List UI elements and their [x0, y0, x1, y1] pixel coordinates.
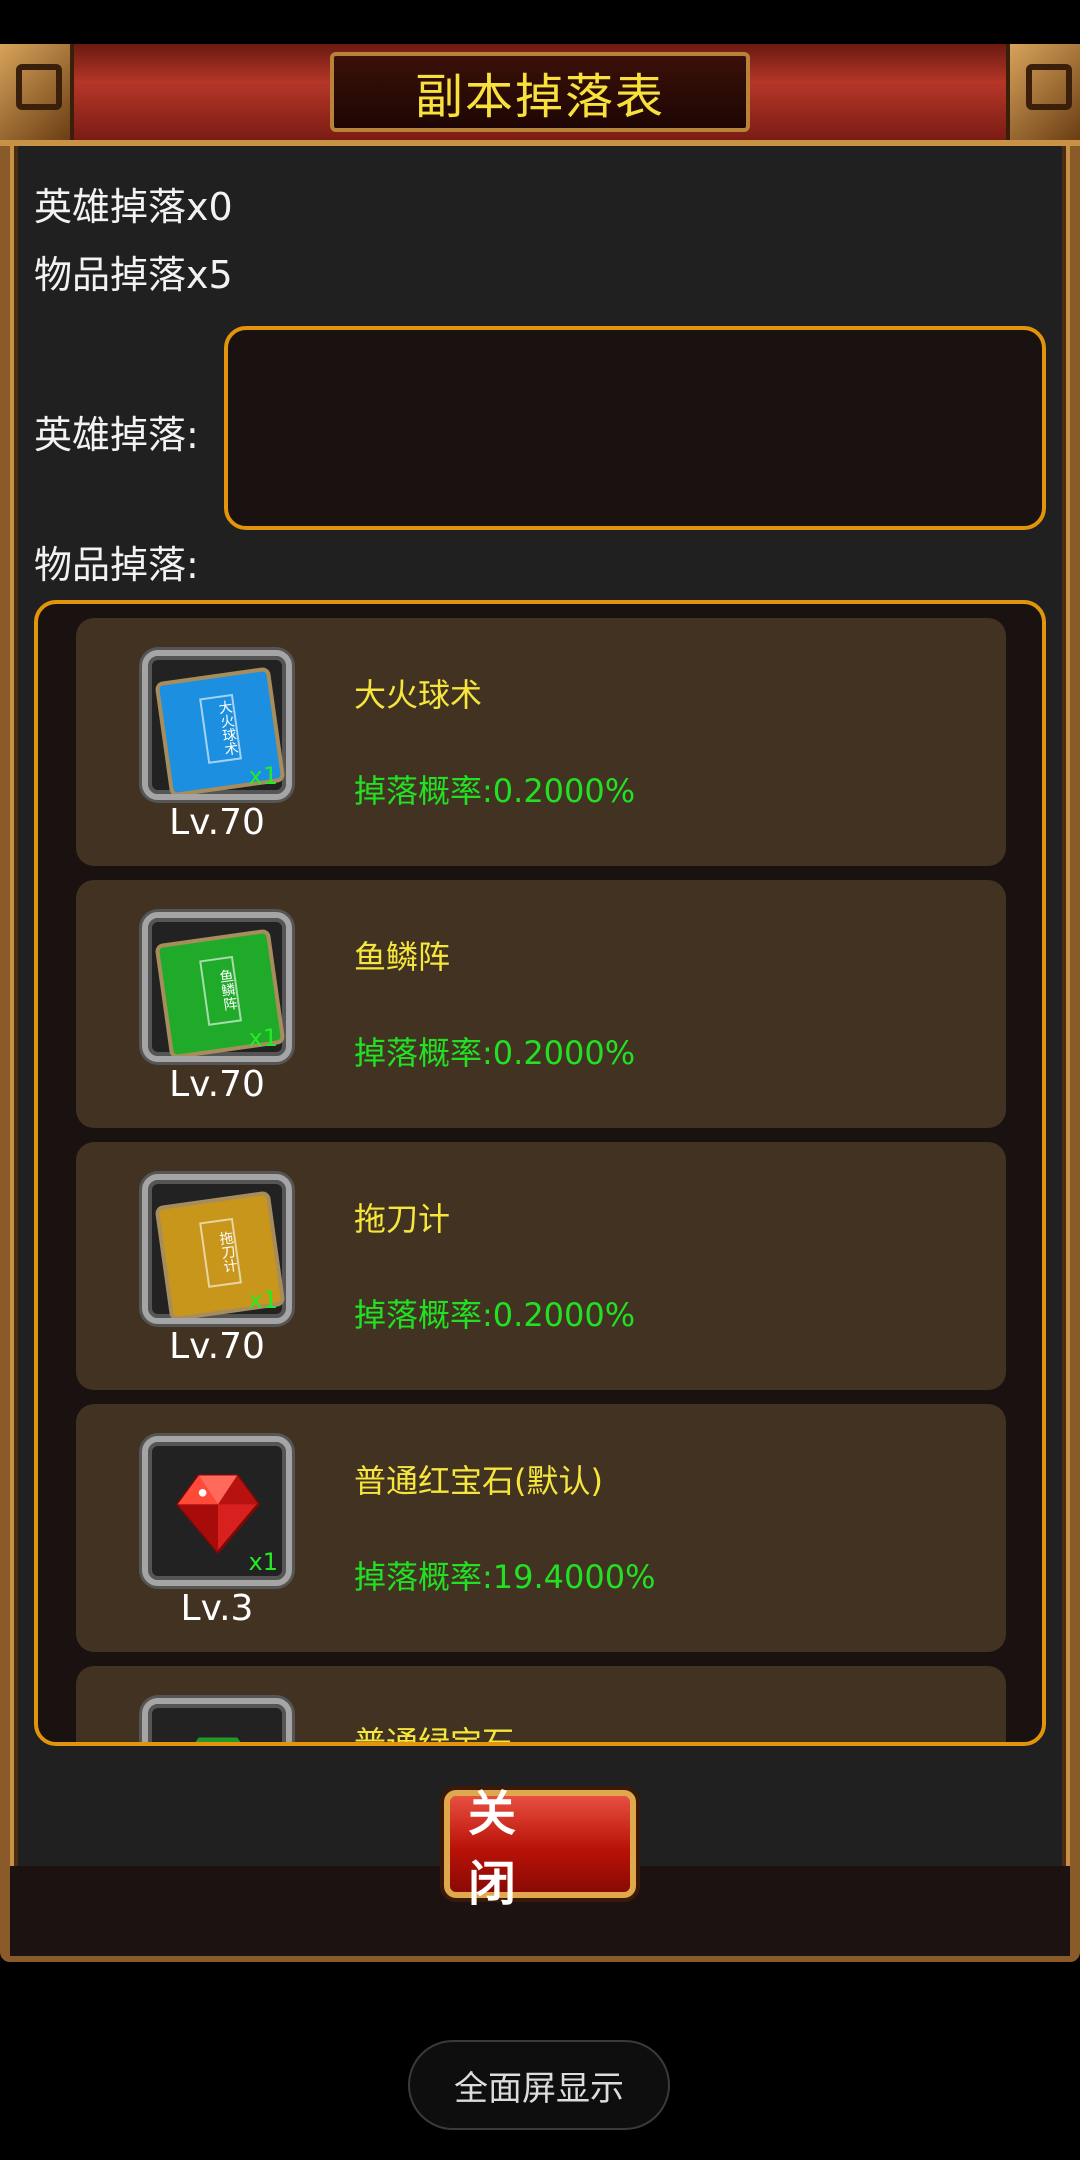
dialog-title: 副本掉落表 — [330, 52, 750, 132]
item-level: Lv.70 — [169, 1064, 265, 1105]
item-drop-label: 物品掉落: — [34, 543, 199, 587]
item-icon-frame[interactable]: x1 — [142, 1436, 292, 1586]
hero-drop-label: 英雄掉落: — [34, 413, 199, 457]
item-drop-count: 物品掉落x5 — [34, 253, 233, 297]
hero-drop-box — [224, 326, 1046, 530]
item-level: Lv.70 — [169, 802, 265, 843]
right-corner-ornament — [1006, 44, 1080, 140]
close-button[interactable]: 关 闭 — [444, 1786, 636, 1912]
item-level: Lv.70 — [169, 1326, 265, 1367]
red-gem-icon — [175, 1474, 261, 1555]
green-gem-icon — [195, 1737, 241, 1742]
item-drop-rate: 掉落概率:0.2000% — [354, 1034, 636, 1072]
item-level: Lv.3 — [180, 1588, 254, 1629]
item-drop-rate: 掉落概率:0.2000% — [354, 1296, 636, 1334]
item-name: 普通绿宝石 — [354, 1724, 515, 1746]
list-item[interactable]: x1 Lv.3 普通红宝石(默认) 掉落概率:19.4000% — [76, 1404, 1006, 1652]
item-icon-frame[interactable]: 大火球术 x1 — [142, 650, 292, 800]
list-item[interactable]: 普通绿宝石 — [76, 1666, 1006, 1746]
item-name: 拖刀计 — [354, 1200, 451, 1238]
item-drop-rate: 掉落概率:0.2000% — [354, 772, 636, 810]
item-icon-frame[interactable] — [142, 1698, 292, 1742]
list-item[interactable]: 大火球术 x1 Lv.70 大火球术 掉落概率:0.2000% — [76, 618, 1006, 866]
list-item[interactable]: 鱼鳞阵 x1 Lv.70 鱼鳞阵 掉落概率:0.2000% — [76, 880, 1006, 1128]
list-item[interactable]: 拖刀计 x1 Lv.70 拖刀计 掉落概率:0.2000% — [76, 1142, 1006, 1390]
item-quantity: x1 — [248, 1548, 278, 1576]
fullscreen-display-button[interactable]: 全面屏显示 — [408, 2040, 670, 2130]
dialog-title-bar: 副本掉落表 — [0, 44, 1080, 146]
hero-drop-count: 英雄掉落x0 — [34, 185, 233, 229]
item-quantity: x1 — [248, 1286, 278, 1314]
item-icon-frame[interactable]: 鱼鳞阵 x1 — [142, 912, 292, 1062]
item-icon-frame[interactable]: 拖刀计 x1 — [142, 1174, 292, 1324]
item-drop-list[interactable]: 大火球术 x1 Lv.70 大火球术 掉落概率:0.2000% 鱼鳞阵 x1 L… — [34, 600, 1046, 1746]
item-quantity: x1 — [248, 1024, 278, 1052]
item-quantity: x1 — [248, 762, 278, 790]
left-corner-ornament — [0, 44, 74, 140]
item-drop-rate: 掉落概率:19.4000% — [354, 1558, 656, 1596]
item-name: 鱼鳞阵 — [354, 938, 451, 976]
item-name: 普通红宝石(默认) — [354, 1462, 603, 1500]
item-name: 大火球术 — [354, 676, 483, 714]
